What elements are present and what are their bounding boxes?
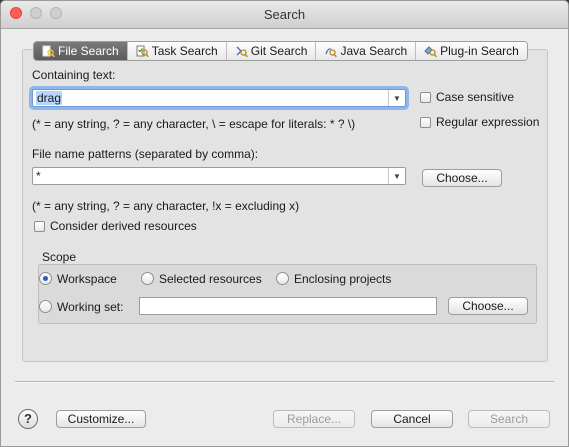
java-search-icon <box>325 47 338 57</box>
scope-title: Scope <box>42 250 77 264</box>
working-set-field[interactable] <box>139 297 437 315</box>
tab-git-search[interactable]: Git Search <box>225 42 316 60</box>
file-patterns-label: File name patterns (separated by comma): <box>32 147 259 161</box>
replace-button[interactable]: Replace... <box>273 410 355 428</box>
title-bar: Search <box>1 1 568 29</box>
case-sensitive-label: Case sensitive <box>436 90 515 104</box>
workspace-label: Workspace <box>57 272 117 286</box>
file-patterns-choose-button[interactable]: Choose... <box>422 169 502 187</box>
tab-plugin-search[interactable]: Plug-in Search <box>415 42 527 60</box>
enclosing-projects-label: Enclosing projects <box>294 272 392 286</box>
tab-java-search-label: Java Search <box>340 44 408 58</box>
tab-task-search-label: Task Search <box>151 44 218 58</box>
plugin-search-icon <box>424 45 438 57</box>
containing-text-value[interactable]: drag <box>36 91 63 105</box>
workspace-radio[interactable] <box>39 272 52 285</box>
search-tabs: File Search Task Search Git Search Java … <box>33 41 528 61</box>
regular-expression-checkbox[interactable] <box>420 117 431 128</box>
file-patterns-dropdown-icon[interactable]: ▼ <box>388 168 405 184</box>
consider-derived-label: Consider derived resources <box>50 219 197 233</box>
selected-resources-radio[interactable] <box>141 272 154 285</box>
containing-text-label: Containing text: <box>32 68 116 82</box>
file-patterns-combo[interactable]: * ▼ <box>32 167 406 185</box>
file-search-icon <box>42 45 55 57</box>
containing-text-dropdown-icon[interactable]: ▼ <box>388 90 405 106</box>
working-set-label: Working set: <box>57 300 124 314</box>
git-search-icon <box>236 46 248 57</box>
tab-plugin-search-label: Plug-in Search <box>440 44 519 58</box>
search-dialog: Search File Search Task Search Git Searc… <box>0 0 569 447</box>
case-sensitive-checkbox[interactable] <box>420 92 431 103</box>
file-patterns-hint: (* = any string, ? = any character, !x =… <box>32 199 300 213</box>
containing-text-combo[interactable]: drag ▼ <box>32 89 406 107</box>
tab-git-search-label: Git Search <box>250 44 308 58</box>
customize-button[interactable]: Customize... <box>56 410 146 428</box>
tab-java-search[interactable]: Java Search <box>315 42 416 60</box>
file-patterns-value[interactable]: * <box>36 169 41 183</box>
cancel-button[interactable]: Cancel <box>371 410 453 428</box>
tab-task-search[interactable]: Task Search <box>126 42 226 60</box>
working-set-radio[interactable] <box>39 300 52 313</box>
search-button[interactable]: Search <box>468 410 550 428</box>
tab-file-search[interactable]: File Search <box>34 42 127 60</box>
window-title: Search <box>263 7 306 22</box>
tab-file-search-label: File Search <box>58 44 119 58</box>
regular-expression-label: Regular expression <box>436 115 540 129</box>
help-icon[interactable]: ? <box>18 409 38 429</box>
selected-resources-label: Selected resources <box>159 272 262 286</box>
footer-separator <box>15 381 554 383</box>
task-search-icon <box>136 45 149 57</box>
enclosing-projects-radio[interactable] <box>276 272 289 285</box>
containing-text-hint: (* = any string, ? = any character, \ = … <box>32 117 356 131</box>
working-set-choose-button[interactable]: Choose... <box>448 297 528 315</box>
consider-derived-checkbox[interactable] <box>34 221 45 232</box>
containing-text-selection: drag <box>36 91 63 105</box>
